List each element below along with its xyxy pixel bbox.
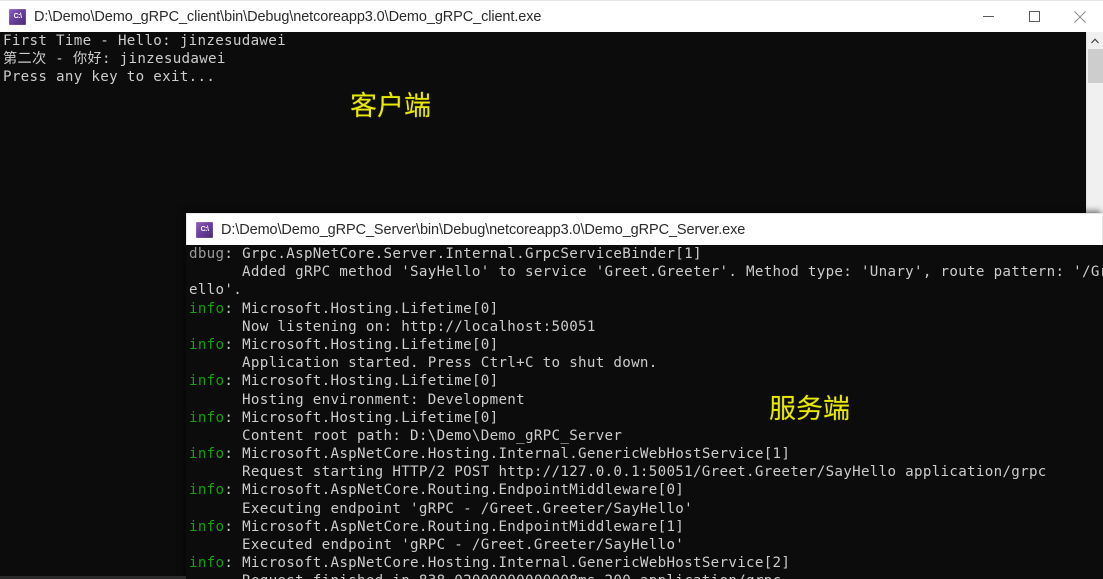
log-level-info: info [189,373,225,390]
client-scroll-thumb[interactable] [1088,49,1103,83]
log-message: Added gRPC method 'SayHello' to service … [242,264,1103,281]
log-level-info: info [189,336,225,353]
server-log-line: info: Microsoft.AspNetCore.Routing.Endpo… [189,481,1103,499]
server-window-title: D:\Demo\Demo_gRPC_Server\bin\Debug\netco… [221,221,746,238]
client-titlebar[interactable]: C:\ D:\Demo\Demo_gRPC_client\bin\Debug\n… [0,0,1103,32]
log-level-separator: : [224,482,243,499]
log-message: Microsoft.AspNetCore.Hosting.Internal.Ge… [242,446,791,463]
log-message: Content root path: D:\Demo\Demo_gRPC_Ser… [189,427,623,444]
log-level-separator: : [224,336,243,353]
close-icon[interactable] [1057,1,1103,32]
server-annotation-label: 服务端 [769,394,850,425]
console-app-icon: C:\ [196,221,213,238]
log-message: Hosting environment: Development [189,391,525,408]
server-titlebar[interactable]: C:\ D:\Demo\Demo_gRPC_Server\bin\Debug\n… [186,213,1103,245]
log-level-separator: : [224,373,243,390]
log-level-separator: : [224,518,243,535]
log-level-info: info [189,518,225,535]
maximize-icon[interactable] [1011,1,1057,32]
log-level-info: info [189,555,225,572]
scroll-up-icon[interactable] [1087,32,1103,49]
server-log-line: info: Microsoft.Hosting.Lifetime[0] [189,409,1103,427]
log-message: ello'. [189,282,243,299]
log-level-separator: : [224,300,243,317]
log-level-separator: : [224,555,243,572]
server-log-line: dbug: Grpc.AspNetCore.Server.Internal.Gr… [189,245,1103,263]
client-console-line: First Time - Hello: jinzesudawei [3,33,286,49]
log-message: Microsoft.Hosting.Lifetime[0] [242,373,499,390]
server-log-line: Now listening on: http://localhost:50051 [189,318,1103,336]
minimize-icon[interactable] [965,1,1011,32]
log-level-info: info [189,409,225,426]
server-console-output: dbug: Grpc.AspNetCore.Server.Internal.Gr… [189,245,1103,579]
log-level-separator: : [224,409,243,426]
server-log-line: Request finished in 838.02000000000008ms… [189,572,1103,579]
server-log-line: info: Microsoft.Hosting.Lifetime[0] [189,300,1103,318]
log-level-dbug: dbug [189,246,225,262]
server-log-line: info: Microsoft.AspNetCore.Hosting.Inter… [189,445,1103,463]
log-message: Microsoft.AspNetCore.Routing.EndpointMid… [242,482,685,499]
log-message: Microsoft.Hosting.Lifetime[0] [242,300,499,317]
server-log-line: Executed endpoint 'gRPC - /Greet.Greeter… [189,536,1103,554]
log-message: Executing endpoint 'gRPC - /Greet.Greete… [189,500,693,517]
server-log-line: info: Microsoft.AspNetCore.Hosting.Inter… [189,554,1103,572]
log-message: Microsoft.Hosting.Lifetime[0] [242,409,499,426]
client-console-output: First Time - Hello: jinzesudawei 第二次 - 你好… [3,32,1103,87]
client-window-controls [965,1,1103,32]
server-log-line: info: Microsoft.AspNetCore.Routing.Endpo… [189,518,1103,536]
server-console-body[interactable]: dbug: Grpc.AspNetCore.Server.Internal.Gr… [186,245,1103,579]
log-message: Microsoft.AspNetCore.Hosting.Internal.Ge… [242,555,791,572]
server-log-line: info: Microsoft.Hosting.Lifetime[0] [189,372,1103,390]
console-app-icon: C:\ [9,8,26,25]
server-log-line: Application started. Press Ctrl+C to shu… [189,354,1103,372]
client-annotation-label: 客户端 [350,91,431,122]
log-level-separator: : [224,246,243,262]
log-message: Executed endpoint 'gRPC - /Greet.Greeter… [189,537,685,553]
log-message: Microsoft.AspNetCore.Routing.EndpointMid… [242,518,685,535]
server-log-line: info: Microsoft.Hosting.Lifetime[0] [189,336,1103,354]
server-log-line: Request starting HTTP/2 POST http://127.… [189,463,1103,481]
log-message: Grpc.AspNetCore.Server.Internal.GrpcServ… [242,246,702,262]
log-message: Request finished in 838.02000000000008ms… [189,573,781,579]
log-message: Now listening on: http://localhost:50051 [189,318,596,335]
server-log-line: Executing endpoint 'gRPC - /Greet.Greete… [189,500,1103,518]
log-level-separator: : [224,446,243,463]
desktop-screen: C:\ D:\Demo\Demo_gRPC_client\bin\Debug\n… [0,0,1103,579]
log-level-info: info [189,482,225,499]
server-log-line: ello'. [189,281,1103,299]
client-console-line: Press any key to exit... [3,69,216,86]
server-log-line: Content root path: D:\Demo\Demo_gRPC_Ser… [189,427,1103,445]
log-level-info: info [189,446,225,463]
log-message: Application started. Press Ctrl+C to shu… [189,355,658,372]
client-window-title: D:\Demo\Demo_gRPC_client\bin\Debug\netco… [34,8,542,25]
server-log-line: Added gRPC method 'SayHello' to service … [189,263,1103,281]
log-message: Microsoft.Hosting.Lifetime[0] [242,336,499,353]
log-message: Request starting HTTP/2 POST http://127.… [189,464,1047,481]
server-console-window[interactable]: C:\ D:\Demo\Demo_gRPC_Server\bin\Debug\n… [186,213,1103,579]
log-level-info: info [189,300,225,317]
client-console-line: 第二次 - 你好: jinzesudawei [3,51,226,68]
server-log-line: Hosting environment: Development [189,391,1103,409]
